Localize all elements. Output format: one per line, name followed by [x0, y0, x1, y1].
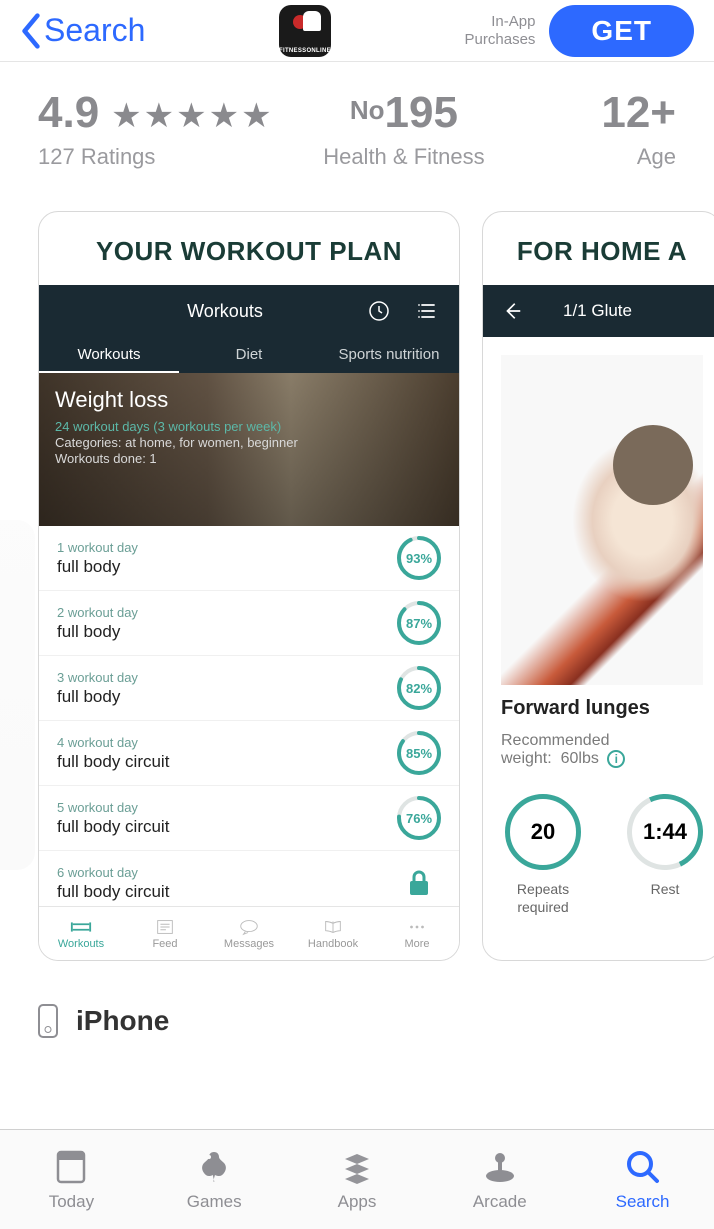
apps-icon [338, 1148, 376, 1186]
tab-games[interactable]: Games [143, 1130, 286, 1229]
app-icon[interactable]: FITNESSONLINE [279, 5, 331, 57]
rating-value: 4.9 [38, 88, 99, 138]
ss-tab-workouts: Workouts [39, 337, 179, 373]
star-icon: ★ [144, 99, 174, 133]
ss-header-title: Workouts [187, 301, 263, 322]
workout-name: full body circuit [57, 817, 397, 837]
age-label: Age [637, 144, 676, 170]
workout-name: full body circuit [57, 752, 397, 772]
dumbbell-icon [70, 918, 92, 936]
search-icon [624, 1148, 662, 1186]
back-label: Search [44, 12, 145, 49]
workout-item: 2 workout day full body87% [39, 591, 459, 656]
screenshot-carousel[interactable]: YOUR WORKOUT PLAN Workouts Workouts Diet… [0, 211, 714, 961]
workout-day-label: 5 workout day [57, 800, 397, 815]
clock-icon [367, 299, 391, 323]
ss-tabs: Workouts Diet Sports nutrition [39, 337, 459, 373]
ss-tab-nutrition: Sports nutrition [319, 337, 459, 373]
repeats-label: Repeatsrequired [517, 880, 569, 916]
star-icon: ★ [241, 99, 271, 133]
ss-hero-title: Weight loss [55, 387, 443, 413]
workout-name: full body [57, 622, 397, 642]
workout-item: 5 workout day full body circuit76% [39, 786, 459, 851]
ss-hero: Weight loss 24 workout days (3 workouts … [39, 373, 459, 526]
device-compat[interactable]: iPhone [38, 1004, 169, 1038]
ss-tab-diet: Diet [179, 337, 319, 373]
exercise-recommendation: Recommended weight: 60lbs i [501, 732, 703, 768]
progress-ring: 87% [397, 601, 441, 645]
screenshot-card[interactable]: YOUR WORKOUT PLAN Workouts Workouts Diet… [38, 211, 460, 961]
workout-day-label: 3 workout day [57, 670, 397, 685]
chart-rank: No195 [350, 88, 458, 138]
progress-ring: 76% [397, 796, 441, 840]
rest-label: Rest [651, 880, 680, 898]
workout-day-label: 1 workout day [57, 540, 397, 555]
screenshot-title: FOR HOME A [483, 212, 714, 285]
workout-name: full body circuit [57, 882, 397, 902]
workout-day-label: 4 workout day [57, 735, 397, 750]
rest-ring: 1:44 [616, 784, 713, 881]
get-button[interactable]: GET [549, 5, 694, 57]
lock-icon [397, 861, 441, 905]
today-icon [52, 1148, 90, 1186]
feed-icon [154, 918, 176, 936]
ss-hero-sub2: Categories: at home, for women, beginner [55, 435, 443, 450]
rating-stars: ★★★★★ [111, 99, 271, 133]
ss-workout-list: 1 workout dayfull body93%2 workout dayfu… [39, 526, 459, 906]
repeats-ring: 20 [505, 794, 581, 870]
ss-bottom-nav: Workouts Feed Messages Handbook More [39, 906, 459, 960]
workout-name: full body [57, 687, 397, 707]
anatomy-illustration [501, 355, 703, 685]
arcade-icon [481, 1148, 519, 1186]
ss-nav-more: More [375, 907, 459, 960]
ss-hero-sub1: 24 workout days (3 workouts per week) [55, 419, 443, 434]
workout-item: 3 workout day full body82% [39, 656, 459, 721]
category-label: Health & Fitness [323, 144, 484, 170]
tab-bar: Today Games Apps Arcade Search [0, 1129, 714, 1229]
list-icon [415, 299, 439, 323]
workout-name: full body [57, 557, 397, 577]
chevron-left-icon [20, 13, 42, 49]
exercise-name: Forward lunges [501, 697, 703, 720]
in-app-purchases-label: In-App Purchases [465, 13, 536, 49]
ratings-count: 127 Ratings [38, 144, 155, 170]
book-icon [322, 918, 344, 936]
star-icon: ★ [111, 99, 141, 133]
back-arrow-icon [501, 300, 523, 322]
ss-nav-workouts: Workouts [39, 907, 123, 960]
back-button[interactable]: Search [20, 12, 145, 49]
workout-day-label: 6 workout day [57, 865, 397, 880]
workout-item: 6 workout day full body circuit [39, 851, 459, 906]
progress-ring: 93% [397, 536, 441, 580]
tab-apps[interactable]: Apps [286, 1130, 429, 1229]
star-icon: ★ [176, 99, 206, 133]
ss-nav-handbook: Handbook [291, 907, 375, 960]
tab-today[interactable]: Today [0, 1130, 143, 1229]
device-label: iPhone [76, 1005, 169, 1037]
star-icon: ★ [209, 99, 239, 133]
workout-item: 4 workout day full body circuit85% [39, 721, 459, 786]
age-rating: 12+ [601, 88, 676, 138]
tab-arcade[interactable]: Arcade [428, 1130, 571, 1229]
more-icon [406, 918, 428, 936]
screenshot-card[interactable]: FOR HOME A 1/1 Glute Forward lunges Reco… [482, 211, 714, 961]
messages-icon [238, 918, 260, 936]
screenshot-title: YOUR WORKOUT PLAN [39, 212, 459, 285]
progress-ring: 85% [397, 731, 441, 775]
ss-nav-feed: Feed [123, 907, 207, 960]
progress-ring: 82% [397, 666, 441, 710]
ss-nav-messages: Messages [207, 907, 291, 960]
ss2-header-title: 1/1 Glute [563, 301, 632, 321]
ss2-header: 1/1 Glute [483, 285, 714, 337]
games-icon [195, 1148, 233, 1186]
workout-item: 1 workout day full body93% [39, 526, 459, 591]
info-icon: i [607, 750, 625, 768]
ss-app-header: Workouts [39, 285, 459, 337]
ss-hero-sub3: Workouts done: 1 [55, 451, 443, 466]
iphone-icon [38, 1004, 58, 1038]
tab-search[interactable]: Search [571, 1130, 714, 1229]
app-icon-label: FITNESSONLINE [279, 48, 331, 54]
workout-day-label: 2 workout day [57, 605, 397, 620]
